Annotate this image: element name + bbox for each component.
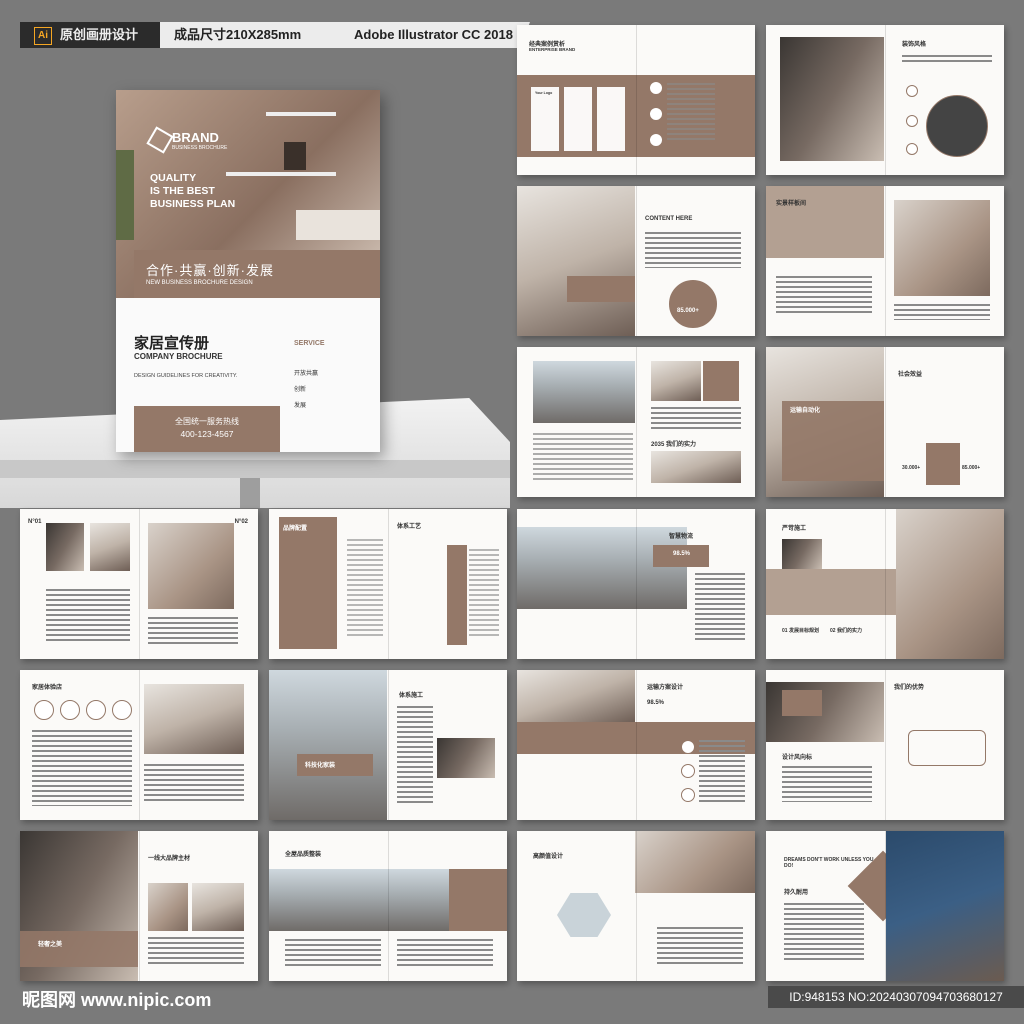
tag-size: 成品尺寸210X285mm xyxy=(160,22,350,48)
illustrator-icon: Ai xyxy=(34,27,52,45)
spread-showroom: 实景样板间 xyxy=(766,186,1004,336)
spread-transport-plan: 运输方案设计 98.5% xyxy=(517,670,755,820)
nipic-watermark-logo: 昵图网 www.nipic.com xyxy=(22,990,212,1010)
service-item: 创新 xyxy=(294,387,307,393)
cover-title-en: COMPANY BROCHURE xyxy=(134,352,223,361)
brochure-cover: BRAND BUSINESS BROCHURE QUALITY IS THE BE… xyxy=(116,90,380,452)
spread-decoration-style: 装饰风格 xyxy=(766,25,1004,175)
table-leg xyxy=(240,478,260,508)
cover-hotline-box: 全国统一服务热线 400-123-4567 xyxy=(134,406,280,452)
spread-case-study: 经典案例赏析 ENTERPRISE BRAND Your Logo xyxy=(517,25,755,175)
cover-brand-sub: BUSINESS BROCHURE xyxy=(172,145,228,151)
spread-experience-store: 家居体验店 xyxy=(20,670,258,820)
spread-construction: 严苛施工 01 发展目标规划 02 我们的实力 xyxy=(766,509,1004,659)
tag-software: Adobe Illustrator CC 2018 xyxy=(340,22,530,48)
table-edge xyxy=(0,460,510,478)
spread-bedroom: CONTENT HERE 85.000+ xyxy=(517,186,755,336)
spread-project-intro: N°01 N°02 xyxy=(20,509,258,659)
spread-design: 高颜值设计 xyxy=(517,831,755,981)
spread-system-construction: 科技化家装 体系施工 xyxy=(269,670,507,820)
cover-slogan-cn: 合作·共赢·创新·发展 xyxy=(146,263,274,278)
spread-dreams: DREAMS DON'T WORK UNLESS YOU DO! 持久耐用 xyxy=(766,831,1004,981)
spread-whole-house: 全屋品质整装 xyxy=(269,831,507,981)
cover-brand: BRAND xyxy=(172,130,219,145)
cover-slogan-en: NEW BUSINESS BROCHURE DESIGN xyxy=(146,280,253,286)
spread-brand-config: 品牌配置 体系工艺 xyxy=(269,509,507,659)
spread-strength: 2035 我们的实力 xyxy=(517,347,755,497)
image-id-label: ID:948153 NO:20240307094703680127 xyxy=(768,986,1024,1008)
cover-headline: QUALITY IS THE BEST BUSINESS PLAN xyxy=(150,172,236,210)
cover-service-list: 开放共赢 创新 发展 xyxy=(294,366,318,414)
cover-title-cn: 家居宣传册 xyxy=(134,335,210,352)
spread-automation: 运输自动化 社会效益 30.000+ 85.000+ xyxy=(766,347,1004,497)
tag-original-design: Ai 原创画册设计 xyxy=(20,22,170,48)
spread-advantages: 设计风向标 我们的优势 xyxy=(766,670,1004,820)
service-item: 发展 xyxy=(294,403,307,409)
spread-light-luxury: 轻奢之美 一线大品牌主材 xyxy=(20,831,258,981)
cover-tagline: DESIGN GUIDELINES FOR CREATIVITY. xyxy=(134,373,238,379)
service-item: 开放共赢 xyxy=(294,371,319,377)
cover-hotline: 400-123-4567 xyxy=(180,429,234,439)
cover-service-label: SERVICE xyxy=(294,340,325,347)
spread-smart-logistics: 智慧物流 98.5% xyxy=(517,509,755,659)
